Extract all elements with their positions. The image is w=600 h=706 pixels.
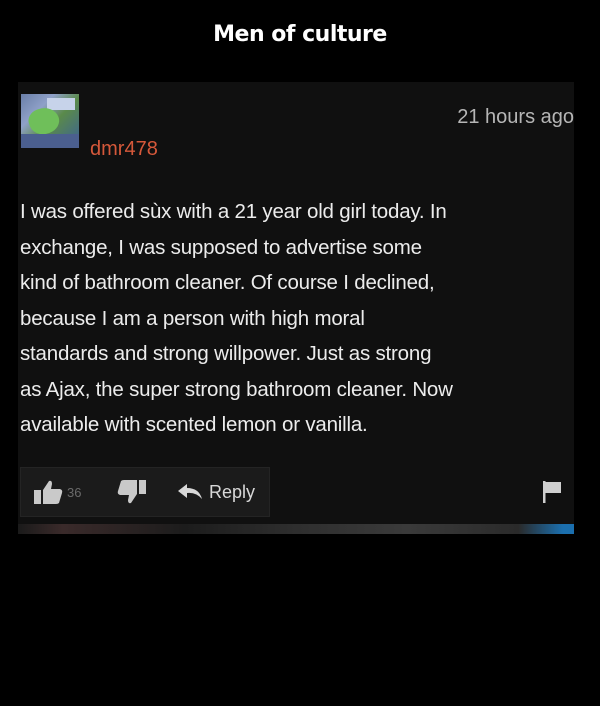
comment-text: I was offered sùx with a 21 year old gir… bbox=[20, 194, 572, 443]
comment-line: exchange, I was supposed to advertise so… bbox=[20, 235, 422, 259]
thumbs-up-icon[interactable] bbox=[33, 468, 63, 516]
caption-title: Men of culture bbox=[213, 22, 387, 47]
flag-icon[interactable] bbox=[542, 480, 562, 509]
timestamp: 21 hours ago bbox=[457, 106, 574, 128]
reply-button[interactable]: Reply bbox=[177, 468, 255, 516]
comment-line: as Ajax, the super strong bathroom clean… bbox=[20, 377, 453, 401]
bottom-divider bbox=[18, 524, 574, 534]
comment-line: available with scented lemon or vanilla. bbox=[20, 413, 368, 436]
comment-line: because I am a person with high moral bbox=[20, 306, 365, 330]
comment-card: dmr478 21 hours ago I was offered sùx wi… bbox=[18, 82, 574, 534]
reply-label: Reply bbox=[209, 481, 256, 502]
like-count: 36 bbox=[67, 484, 82, 500]
comment-line: kind of bathroom cleaner. Of course I de… bbox=[20, 271, 435, 294]
comment-actions: 36 Reply bbox=[20, 467, 270, 517]
reply-arrow-icon bbox=[178, 484, 202, 499]
avatar[interactable] bbox=[21, 94, 79, 148]
thumbs-down-icon[interactable] bbox=[117, 468, 147, 516]
username-link[interactable]: dmr478 bbox=[90, 138, 158, 161]
comment-line: standards and strong willpower. Just as … bbox=[20, 342, 432, 365]
comment-line: I was offered sùx with a 21 year old gir… bbox=[20, 200, 447, 223]
